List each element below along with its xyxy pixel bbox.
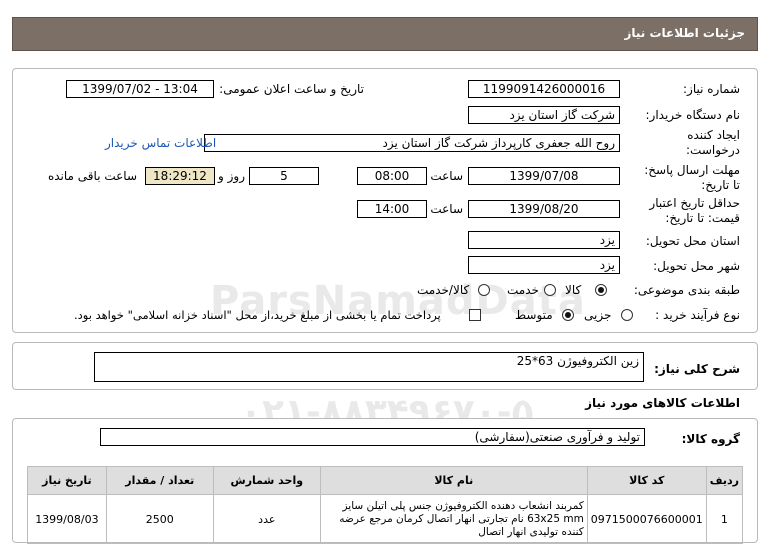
deadline-label-line2: تا تاریخ: — [701, 178, 740, 192]
treasury-payment-checkbox[interactable] — [469, 309, 481, 321]
buyer-contact-link[interactable]: اطلاعات تماس خریدار — [105, 136, 216, 150]
deadline-time-label: ساعت — [430, 169, 463, 183]
category-goods-service-label: کالا/خدمت — [417, 283, 470, 297]
creator-label-line2: درخواست: — [686, 143, 740, 157]
city-field: یزد — [468, 256, 620, 274]
col-item-name: نام کالا — [319, 466, 588, 495]
process-type-label: نوع فرآیند خرید : — [655, 308, 740, 322]
process-minor-label: جزیی — [584, 308, 612, 322]
creator-label-line1: ایجاد کننده — [687, 128, 740, 142]
need-number-label: شماره نیاز: — [683, 82, 740, 96]
goods-group-label: گروه کالا: — [681, 432, 740, 446]
city-label: شهر محل تحویل: — [653, 259, 740, 273]
table-row: 1 0971500076600001 کمربند انشعاب دهنده ا… — [27, 494, 744, 544]
remaining-time-field: 18:29:12 — [145, 167, 215, 185]
col-row-number: ردیف — [705, 466, 744, 495]
buyer-label: نام دستگاه خریدار: — [645, 108, 741, 122]
col-unit: واحد شمارش — [212, 466, 321, 495]
category-label: طبقه بندی موضوعی: — [633, 283, 740, 297]
category-service-label: خدمت — [507, 283, 539, 297]
need-number-field: 1199091426000016 — [468, 80, 620, 98]
goods-section-title: اطلاعات کالاهای مورد نیاز — [585, 396, 740, 410]
cell-need-date: 1399/08/03 — [27, 494, 107, 544]
col-item-code: کد کالا — [586, 466, 707, 495]
goods-table-header: ردیف کد کالا نام کالا واحد شمارش تعداد /… — [27, 466, 744, 495]
col-quantity: تعداد / مقدار — [105, 466, 214, 495]
category-goods-label: کالا — [565, 283, 582, 297]
creator-field: روح الله جعفری کارپرداز شرکت گاز استان ی… — [204, 134, 620, 152]
col-need-date: تاریخ نیاز — [27, 466, 107, 495]
deadline-time-field: 08:00 — [357, 167, 427, 185]
cell-item-code: 0971500076600001 — [586, 494, 707, 544]
treasury-payment-note: پرداخت تمام یا بخشی از مبلغ خرید،از محل … — [74, 308, 441, 322]
days-remaining-field: 5 — [249, 167, 319, 185]
page-title: جزئیات اطلاعات نیاز — [624, 26, 745, 40]
validity-label-line2: قیمت: تا تاریخ: — [665, 211, 740, 225]
cell-item-name: کمربند انشعاب دهنده الکتروفیوژن جنس پلی … — [319, 494, 588, 544]
cell-row-number: 1 — [705, 494, 744, 544]
validity-label-line1: حداقل تاریخ اعتبار — [649, 196, 740, 210]
goods-table: ردیف کد کالا نام کالا واحد شمارش تعداد /… — [27, 466, 744, 544]
province-label: استان محل تحویل: — [645, 234, 740, 248]
deadline-date-field: 1399/07/08 — [468, 167, 620, 185]
deadline-label-line1: مهلت ارسال پاسخ: — [644, 163, 740, 177]
category-goods-radio[interactable] — [595, 284, 607, 296]
goods-group-field: تولید و فرآوری صنعتی(سفارشی) — [100, 428, 645, 446]
process-minor-radio[interactable] — [621, 309, 633, 321]
cell-unit: عدد — [212, 494, 321, 544]
province-field: یزد — [468, 231, 620, 249]
process-medium-radio[interactable] — [562, 309, 574, 321]
buyer-field: شرکت گاز استان یزد — [468, 106, 620, 124]
category-goods-service-radio[interactable] — [478, 284, 490, 296]
summary-field: زین الکتروفیوژن 63*25 — [94, 352, 644, 382]
validity-time-label: ساعت — [430, 202, 463, 216]
summary-label: شرح کلی نیاز: — [654, 362, 740, 376]
category-service-radio[interactable] — [544, 284, 556, 296]
process-medium-label: متوسط — [515, 308, 553, 322]
validity-date-field: 1399/08/20 — [468, 200, 620, 218]
cell-quantity: 2500 — [105, 494, 214, 544]
announce-field: 1399/07/02 - 13:04 — [66, 80, 214, 98]
page-header: جزئیات اطلاعات نیاز — [12, 17, 758, 51]
days-label: روز و — [218, 169, 245, 183]
announce-label: تاریخ و ساعت اعلان عمومی: — [219, 82, 364, 96]
validity-time-field: 14:00 — [357, 200, 427, 218]
remaining-time-label: ساعت باقی مانده — [47, 169, 137, 183]
